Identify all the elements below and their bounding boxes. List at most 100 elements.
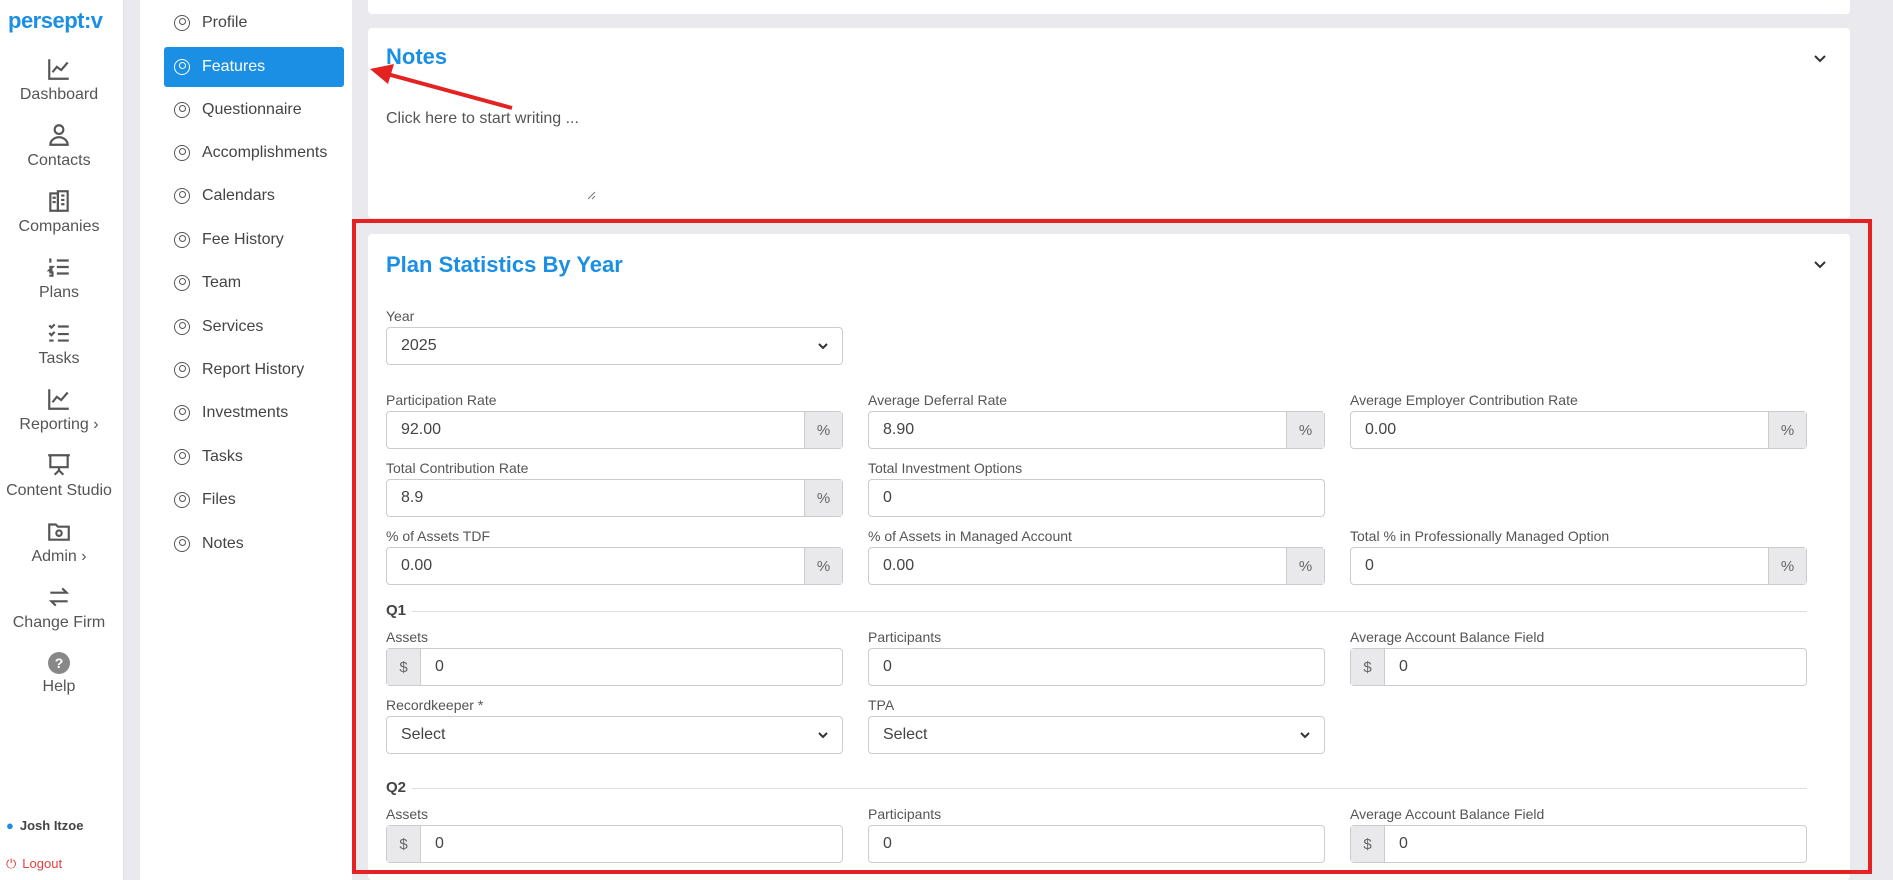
- q1-avg-balance-input[interactable]: $0: [1350, 648, 1807, 686]
- q2-assets-value: 0: [435, 835, 444, 852]
- folder-gear-icon: [0, 518, 118, 546]
- user-icon: ●: [6, 818, 14, 833]
- subnav-tasks[interactable]: Tasks: [164, 437, 344, 477]
- plan-sub-nav: Profile Features Questionnaire Accomplis…: [140, 0, 352, 880]
- power-icon: ⏻: [6, 856, 17, 871]
- notes-textarea[interactable]: Click here to start writing ...: [386, 110, 596, 202]
- q1-participants-input[interactable]: 0: [868, 648, 1325, 686]
- dollar-prefix: $: [1351, 826, 1385, 862]
- q2-avg-balance-value: 0: [1399, 835, 1408, 852]
- nav-content-studio[interactable]: Content Studio: [0, 452, 118, 500]
- chevron-down-icon[interactable]: [1812, 50, 1828, 66]
- building-icon: [0, 188, 118, 216]
- q2-avg-balance-label: Average Account Balance Field: [1350, 806, 1545, 822]
- subnav-accomplishments[interactable]: Accomplishments: [164, 133, 344, 173]
- logo[interactable]: persept:v: [8, 8, 103, 34]
- nav-help[interactable]: ? Help: [0, 650, 118, 696]
- assets-tdf-value: 0.00: [401, 557, 433, 574]
- nav-change-firm[interactable]: Change Firm: [0, 584, 118, 632]
- subnav-services[interactable]: Services: [164, 307, 344, 347]
- subnav-report-history[interactable]: Report History: [164, 350, 344, 390]
- subnav-label: Fee History: [202, 231, 284, 248]
- nav-label: Companies: [18, 218, 100, 235]
- subnav-fee-history[interactable]: Fee History: [164, 220, 344, 260]
- user-circle-icon: [174, 492, 190, 508]
- chart-line-icon: [0, 56, 118, 84]
- participation-rate-value: 92.00: [401, 421, 442, 438]
- q1-tpa-value: Select: [883, 726, 928, 743]
- logout-label: Logout: [22, 856, 63, 871]
- subnav-label: Questionnaire: [202, 101, 302, 118]
- percent-suffix: %: [1286, 412, 1324, 448]
- user-circle-icon: [174, 232, 190, 248]
- chevron-down-icon: [1286, 728, 1324, 742]
- subnav-questionnaire[interactable]: Questionnaire: [164, 90, 344, 130]
- percent-suffix: %: [1768, 412, 1806, 448]
- chevron-down-icon[interactable]: [1812, 256, 1828, 272]
- presentation-icon: [0, 452, 118, 480]
- subnav-investments[interactable]: Investments: [164, 393, 344, 433]
- assets-managed-input[interactable]: 0.00%: [868, 547, 1325, 585]
- nav-dashboard[interactable]: Dashboard: [0, 56, 118, 104]
- dollar-prefix: $: [387, 649, 421, 685]
- nav-label: Dashboard: [19, 86, 99, 103]
- subnav-label: Calendars: [202, 187, 275, 204]
- subnav-label: Notes: [202, 535, 244, 552]
- subnav-calendars[interactable]: Calendars: [164, 176, 344, 216]
- nav-companies[interactable]: Companies: [0, 188, 118, 236]
- subnav-notes[interactable]: Notes: [164, 524, 344, 564]
- year-label: Year: [386, 308, 415, 324]
- checklist-icon: [0, 320, 118, 348]
- q2-divider: [412, 788, 1807, 789]
- subnav-label: Report History: [202, 361, 305, 378]
- subnav-label: Team: [202, 274, 242, 291]
- percent-suffix: %: [1286, 548, 1324, 584]
- total-prof-managed-label: Total % in Professionally Managed Option: [1350, 528, 1610, 544]
- q1-avg-balance-value: 0: [1399, 658, 1408, 675]
- notes-title: Notes: [386, 44, 448, 69]
- logout-link[interactable]: ⏻ Logout: [6, 856, 62, 872]
- total-investment-options-input[interactable]: 0: [868, 479, 1325, 517]
- avg-deferral-rate-value: 8.90: [883, 421, 915, 438]
- avg-deferral-rate-input[interactable]: 8.90%: [868, 411, 1325, 449]
- q2-assets-input[interactable]: $0: [386, 825, 843, 863]
- subnav-features[interactable]: Features: [164, 47, 344, 87]
- subnav-profile[interactable]: Profile: [164, 3, 344, 43]
- q2-participants-input[interactable]: 0: [868, 825, 1325, 863]
- nav-contacts[interactable]: Contacts: [0, 122, 118, 170]
- assets-tdf-input[interactable]: 0.00%: [386, 547, 843, 585]
- q1-tpa-select[interactable]: Select: [868, 716, 1325, 754]
- participation-rate-input[interactable]: 92.00%: [386, 411, 843, 449]
- q1-recordkeeper-select[interactable]: Select: [386, 716, 843, 754]
- nav-admin[interactable]: Admin ›: [0, 518, 118, 566]
- resize-grip-icon[interactable]: [586, 190, 596, 200]
- nav-tasks[interactable]: Tasks: [0, 320, 118, 368]
- subnav-team[interactable]: Team: [164, 263, 344, 303]
- total-contribution-rate-input[interactable]: 8.9%: [386, 479, 843, 517]
- q2-avg-balance-input[interactable]: $0: [1350, 825, 1807, 863]
- user-circle-icon: [174, 15, 190, 31]
- subnav-label: Services: [202, 318, 264, 335]
- subnav-label: Files: [202, 491, 236, 508]
- nav-reporting[interactable]: Reporting ›: [0, 386, 118, 434]
- q1-assets-value: 0: [435, 658, 444, 675]
- total-prof-managed-input[interactable]: 0%: [1350, 547, 1807, 585]
- user-profile[interactable]: ● Josh Itzoe: [6, 818, 83, 833]
- q2-participants-label: Participants: [868, 806, 942, 822]
- dollar-prefix: $: [387, 826, 421, 862]
- avg-deferral-rate-label: Average Deferral Rate: [868, 392, 1008, 408]
- avg-employer-rate-input[interactable]: 0.00%: [1350, 411, 1807, 449]
- year-select[interactable]: 2025: [386, 327, 843, 365]
- q1-assets-label: Assets: [386, 629, 429, 645]
- dollar-prefix: $: [1351, 649, 1385, 685]
- previous-card-bottom: [368, 0, 1850, 14]
- avg-employer-rate-value: 0.00: [1365, 421, 1397, 438]
- subnav-files[interactable]: Files: [164, 480, 344, 520]
- nav-label: Reporting ›: [19, 416, 99, 433]
- nav-plans[interactable]: Plans: [0, 254, 118, 302]
- user-circle-icon: [174, 188, 190, 204]
- chevron-down-icon: [804, 339, 842, 353]
- q1-assets-input[interactable]: $0: [386, 648, 843, 686]
- total-investment-options-label: Total Investment Options: [868, 460, 1023, 476]
- q2-header: Q2: [386, 779, 407, 796]
